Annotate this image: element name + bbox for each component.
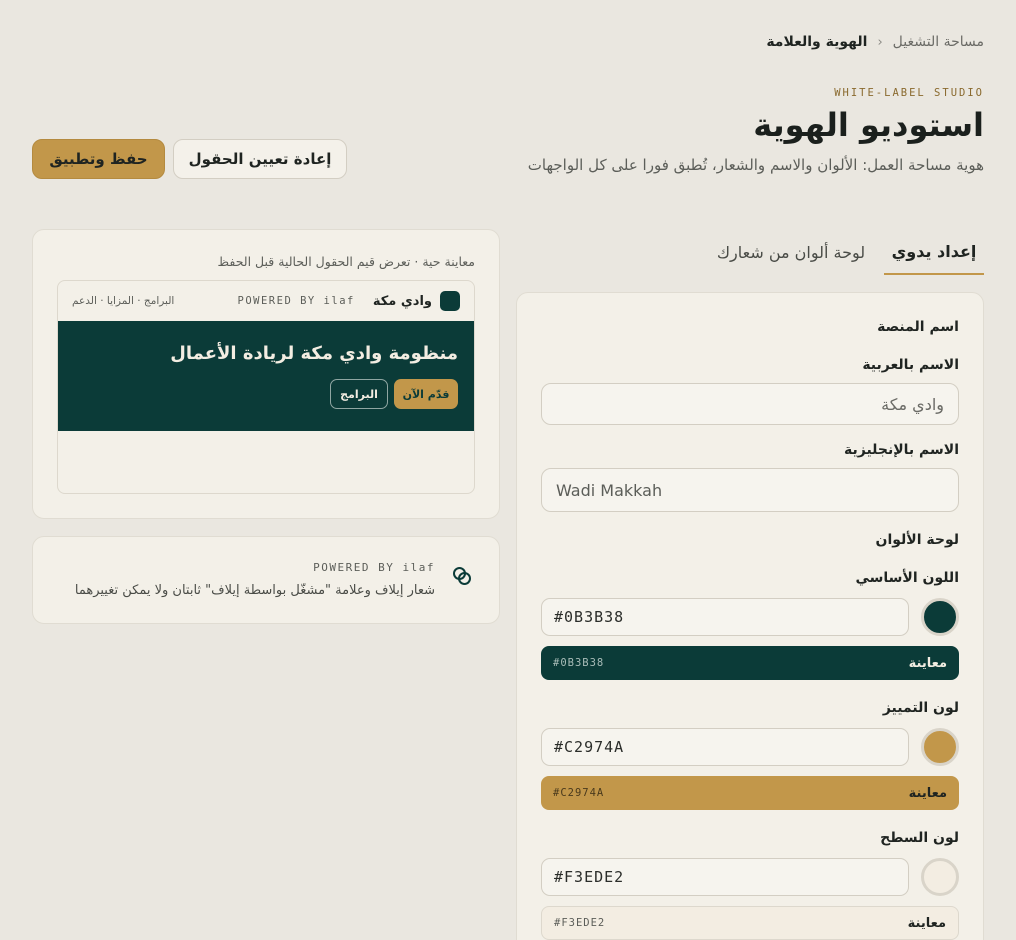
live-preview-card: معاينة حية · تعرض قيم الحقول الحالية قبل… bbox=[32, 229, 500, 519]
identity-tabs: إعداد يدوي لوحة ألوان من شعارك bbox=[516, 229, 984, 275]
accent-preview-label: معاينة bbox=[908, 785, 947, 801]
primary-preview-hex: #0B3B38 bbox=[553, 657, 605, 669]
platform-name-section-title: اسم المنصة bbox=[877, 319, 959, 335]
mock-hero-title: منظومة وادي مكة لريادة الأعمال bbox=[170, 343, 458, 364]
surface-preview-label: معاينة bbox=[907, 915, 946, 931]
ilaf-branding-notice: POWERED BY ilaf شعار إيلاف وعلامة "مشغّل… bbox=[32, 536, 500, 624]
english-name-input[interactable]: Wadi Makkah bbox=[541, 468, 959, 512]
mock-powered-by: POWERED BY ilaf bbox=[237, 295, 355, 307]
page-subtitle: هوية مساحة العمل: الألوان والاسم والشعار… bbox=[527, 156, 984, 174]
reset-fields-button[interactable]: إعادة تعيين الحقول bbox=[173, 139, 347, 179]
mock-hero: منظومة وادي مكة لريادة الأعمال قدّم الآن… bbox=[58, 321, 474, 431]
english-name-label: الاسم بالإنجليزية bbox=[843, 442, 959, 458]
save-apply-button[interactable]: حفظ وتطبيق bbox=[32, 139, 165, 179]
breadcrumb: مساحة التشغيل ‹ الهوية والعلامة bbox=[766, 34, 984, 50]
arabic-name-input[interactable]: وادي مكة bbox=[541, 383, 959, 425]
surface-color-swatch[interactable] bbox=[921, 858, 959, 896]
preview-caption: معاينة حية · تعرض قيم الحقول الحالية قبل… bbox=[217, 254, 475, 269]
notice-text: شعار إيلاف وعلامة "مشغّل بواسطة إيلاف" ث… bbox=[74, 583, 435, 598]
accent-color-swatch[interactable] bbox=[921, 728, 959, 766]
mock-apply-button: قدّم الآن bbox=[394, 379, 458, 409]
accent-preview-hex: #C2974A bbox=[553, 787, 605, 799]
mock-brand: وادي مكة POWERED BY ilaf bbox=[238, 291, 460, 311]
tab-manual-setup[interactable]: إعداد يدوي bbox=[884, 229, 984, 275]
surface-preview-hex: #F3EDE2 bbox=[554, 917, 606, 929]
mock-logo-icon bbox=[440, 291, 460, 311]
primary-color-preview: معاينة #0B3B38 bbox=[541, 646, 959, 680]
accent-color-preview: معاينة #C2974A bbox=[541, 776, 959, 810]
mock-brand-name: وادي مكة bbox=[372, 293, 432, 309]
mock-navbar: وادي مكة POWERED BY ilaf البرامج · المزا… bbox=[58, 281, 474, 321]
arabic-name-label: الاسم بالعربية bbox=[862, 357, 959, 373]
link-rings-icon bbox=[453, 567, 471, 585]
mock-nav-links: البرامج · المزايا · الدعم bbox=[72, 295, 175, 307]
surface-color-hex-input[interactable]: #F3EDE2 bbox=[541, 858, 909, 896]
page-eyebrow: WHITE-LABEL STUDIO bbox=[834, 87, 984, 99]
notice-powered-by: POWERED BY ilaf bbox=[313, 561, 435, 574]
primary-color-label: اللون الأساسي bbox=[855, 570, 959, 586]
tab-logo-palette[interactable]: لوحة ألوان من شعارك bbox=[706, 229, 876, 275]
preview-mock-site: وادي مكة POWERED BY ilaf البرامج · المزا… bbox=[57, 280, 475, 494]
breadcrumb-current: الهوية والعلامة bbox=[766, 34, 868, 50]
mock-programs-button: البرامج bbox=[330, 379, 388, 409]
chevron-left-icon: ‹ bbox=[877, 34, 883, 50]
primary-preview-label: معاينة bbox=[908, 655, 947, 671]
palette-section-title: لوحة الألوان bbox=[875, 532, 960, 548]
primary-color-hex-input[interactable]: #0B3B38 bbox=[541, 598, 909, 636]
surface-color-label: لون السطح bbox=[880, 830, 959, 846]
surface-color-preview: معاينة #F3EDE2 bbox=[541, 906, 959, 940]
accent-color-hex-input[interactable]: #C2974A bbox=[541, 728, 909, 766]
accent-color-label: لون التمييز bbox=[882, 700, 959, 716]
page-title: استوديو الهوية bbox=[753, 106, 984, 144]
breadcrumb-parent[interactable]: مساحة التشغيل bbox=[893, 34, 984, 50]
identity-form-card: اسم المنصة الاسم بالعربية وادي مكة الاسم… bbox=[516, 292, 984, 940]
primary-color-swatch[interactable] bbox=[921, 598, 959, 636]
